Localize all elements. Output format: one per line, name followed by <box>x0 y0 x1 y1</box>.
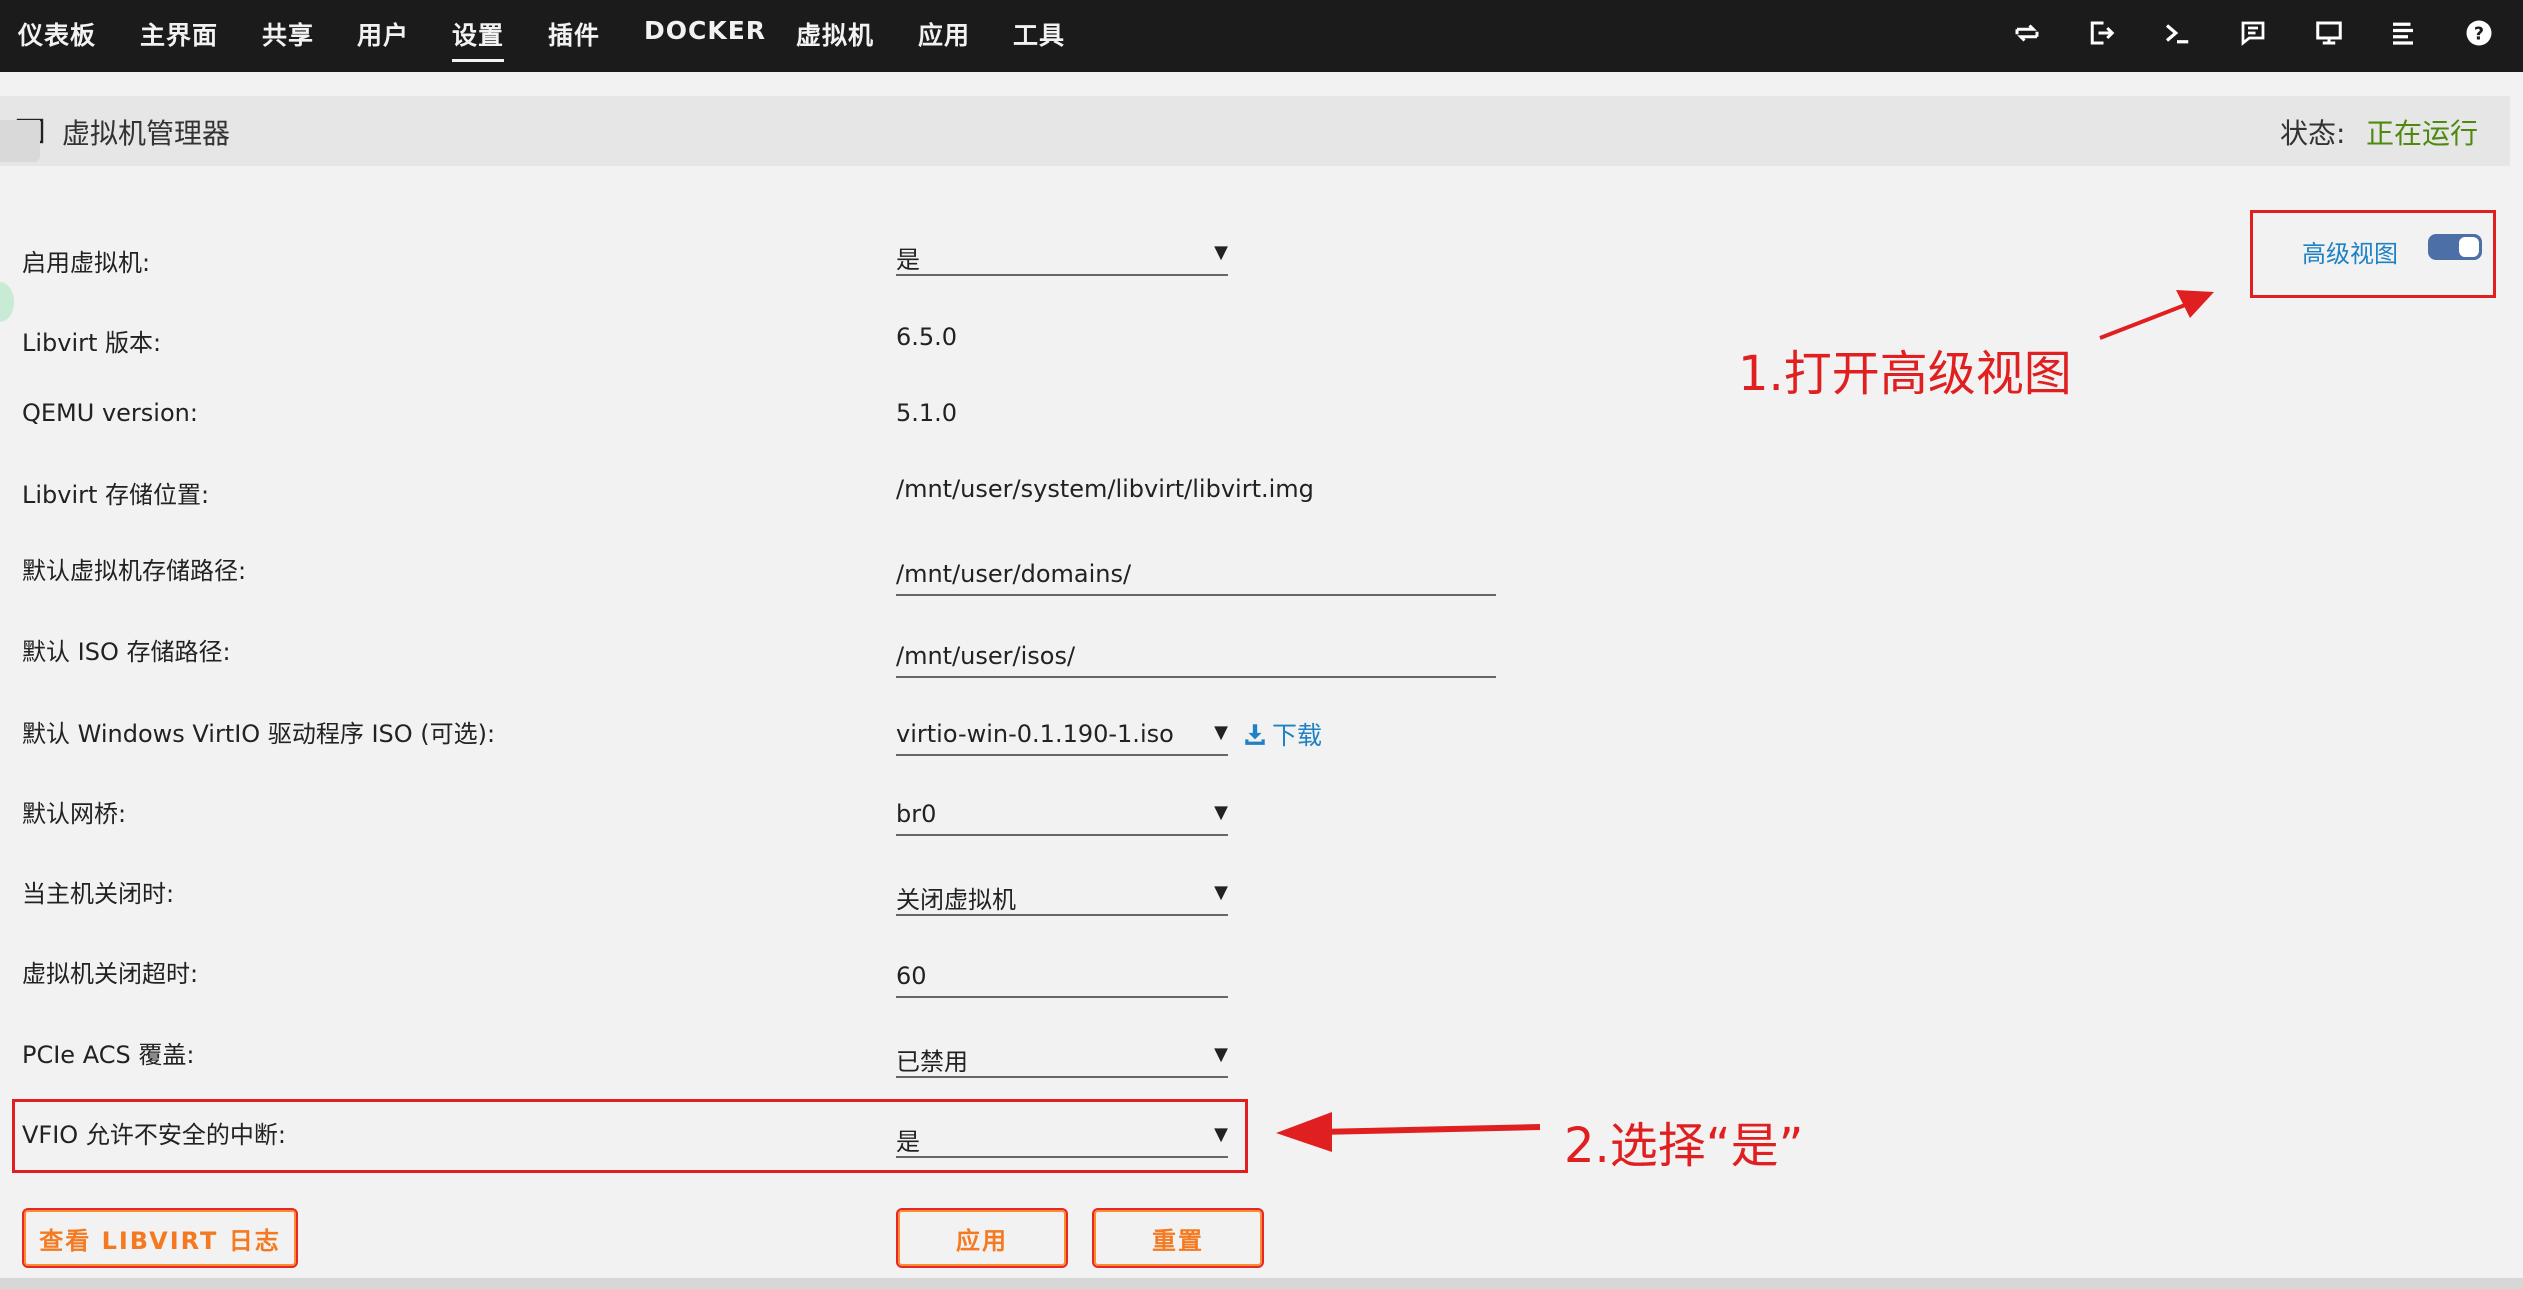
libvirt-storage-value: /mnt/user/system/libvirt/libvirt.img <box>896 475 1314 503</box>
default-vm-path-input[interactable]: /mnt/user/domains/ <box>896 556 1496 596</box>
apply-button[interactable]: 应用 <box>896 1208 1068 1268</box>
libvirt-version-label: Libvirt 版本: <box>22 329 162 357</box>
chevron-down-icon: ▼ <box>1214 722 1228 743</box>
enable-vm-value: 是 <box>896 246 920 274</box>
reset-button[interactable]: 重置 <box>1092 1208 1264 1268</box>
side-indicator <box>0 282 14 322</box>
nav-apps[interactable]: 应用 <box>918 16 970 52</box>
host-shutdown-label: 当主机关闭时: <box>22 880 175 908</box>
svg-text:?: ? <box>2474 24 2484 44</box>
terminal-icon[interactable] <box>2160 16 2194 50</box>
default-iso-path-input[interactable]: /mnt/user/isos/ <box>896 638 1496 678</box>
status-label: 状态: <box>2280 117 2346 150</box>
nav-tools[interactable]: 工具 <box>1013 16 1065 52</box>
nav-shares[interactable]: 共享 <box>262 16 314 52</box>
host-shutdown-select[interactable]: 关闭虚拟机 ▼ <box>896 876 1228 916</box>
libvirt-storage-label: Libvirt 存储位置: <box>22 481 210 509</box>
nav-docker[interactable]: DOCKER <box>644 16 766 45</box>
annotation-box-advanced <box>2250 210 2496 298</box>
download-icon <box>1245 724 1265 745</box>
pcie-acs-label: PCIe ACS 覆盖: <box>22 1041 195 1069</box>
annotation-box-vfio <box>12 1099 1248 1173</box>
nav-vms[interactable]: 虚拟机 <box>796 16 874 52</box>
enable-vm-label: 启用虚拟机: <box>22 249 151 277</box>
top-nav: 仪表板 主界面 共享 用户 设置 插件 DOCKER 虚拟机 应用 工具 ? <box>0 0 2523 72</box>
libvirt-version-value: 6.5.0 <box>896 323 958 351</box>
download-label: 下载 <box>1272 721 1323 750</box>
chevron-down-icon: ▼ <box>1214 1044 1228 1065</box>
help-icon[interactable]: ? <box>2462 16 2496 50</box>
chevron-down-icon: ▼ <box>1214 882 1228 903</box>
log-icon[interactable] <box>2386 16 2420 50</box>
bottom-strip <box>0 1278 2523 1289</box>
pcie-acs-select[interactable]: 已禁用 ▼ <box>896 1038 1228 1078</box>
shutdown-timeout-input[interactable]: 60 <box>896 958 1228 998</box>
annotation-step1: 1.打开高级视图 <box>1738 346 2072 402</box>
nav-settings[interactable]: 设置 <box>452 16 505 62</box>
default-iso-path-value: /mnt/user/isos/ <box>896 642 1076 670</box>
status-value: 正在运行 <box>2366 117 2479 150</box>
refresh-icon[interactable] <box>2010 16 2044 50</box>
pcie-acs-value: 已禁用 <box>896 1048 968 1076</box>
host-shutdown-value: 关闭虚拟机 <box>896 886 1016 914</box>
arrow-step2-head <box>1276 1112 1332 1152</box>
section-header: 虚拟机管理器 状态: 正在运行 <box>0 96 2510 166</box>
display-icon[interactable] <box>2312 16 2346 50</box>
default-vm-path-value: /mnt/user/domains/ <box>896 560 1132 588</box>
virtio-iso-label: 默认 Windows VirtIO 驱动程序 ISO (可选): <box>22 720 496 748</box>
default-bridge-select[interactable]: br0 ▼ <box>896 796 1228 836</box>
logout-icon[interactable] <box>2084 16 2118 50</box>
shutdown-timeout-label: 虚拟机关闭超时: <box>22 960 199 988</box>
virtio-iso-select[interactable]: virtio-win-0.1.190-1.iso ▼ <box>896 716 1228 756</box>
side-tab <box>0 120 40 162</box>
view-libvirt-log-button[interactable]: 查看 LIBVIRT 日志 <box>22 1208 298 1268</box>
annotation-step2: 2.选择“是” <box>1564 1118 1804 1174</box>
virtio-iso-value: virtio-win-0.1.190-1.iso <box>896 720 1174 748</box>
feedback-icon[interactable] <box>2236 16 2270 50</box>
nav-plugins[interactable]: 插件 <box>548 16 600 52</box>
nav-dashboard[interactable]: 仪表板 <box>18 16 96 52</box>
arrow-step1-head <box>2176 290 2214 318</box>
download-link[interactable]: 下载 <box>1242 716 1322 752</box>
default-bridge-label: 默认网桥: <box>22 800 127 828</box>
nav-main[interactable]: 主界面 <box>140 16 218 52</box>
default-vm-path-label: 默认虚拟机存储路径: <box>22 557 247 585</box>
enable-vm-select[interactable]: 是 ▼ <box>896 236 1228 276</box>
arrow-step2-line <box>1317 1124 1541 1135</box>
qemu-version-label: QEMU version: <box>22 399 198 427</box>
qemu-version-value: 5.1.0 <box>896 399 958 427</box>
arrow-step1-line <box>2099 298 2199 340</box>
nav-users[interactable]: 用户 <box>357 16 409 52</box>
default-iso-path-label: 默认 ISO 存储路径: <box>22 638 231 666</box>
chevron-down-icon: ▼ <box>1214 802 1228 823</box>
default-bridge-value: br0 <box>896 800 937 828</box>
shutdown-timeout-value: 60 <box>896 962 927 990</box>
page-title: 虚拟机管理器 <box>62 117 231 150</box>
chevron-down-icon: ▼ <box>1214 242 1228 263</box>
